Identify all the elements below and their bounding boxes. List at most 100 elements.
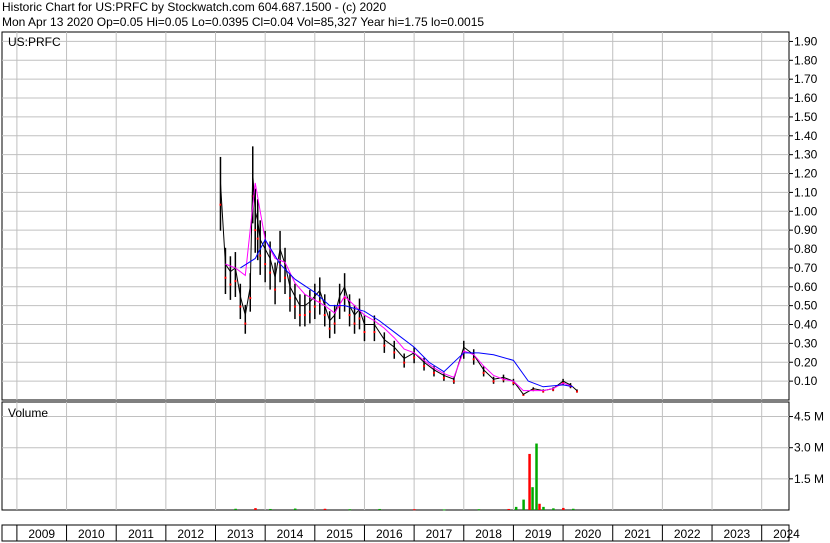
price-tick-label: 0.90 bbox=[794, 223, 818, 237]
price-tick-label: 1.50 bbox=[794, 110, 818, 124]
year-tick-label: 2010 bbox=[78, 527, 105, 541]
close-dot bbox=[256, 237, 259, 240]
close-dot bbox=[313, 305, 316, 308]
year-tick-label: 2020 bbox=[575, 527, 602, 541]
close-dot bbox=[432, 371, 435, 374]
year-tick-label: 2012 bbox=[177, 527, 204, 541]
volume-bar bbox=[269, 508, 272, 510]
volume-bar bbox=[538, 503, 541, 510]
close-dot bbox=[492, 380, 495, 383]
close-dot bbox=[472, 358, 475, 361]
close-dot bbox=[383, 344, 386, 347]
price-tick-label: 0.80 bbox=[794, 242, 818, 256]
volume-bar bbox=[531, 487, 534, 510]
close-dot bbox=[373, 331, 376, 334]
price-tick-label: 1.40 bbox=[794, 129, 818, 143]
year-tick-label: 2013 bbox=[227, 527, 254, 541]
close-dot bbox=[358, 317, 361, 320]
close-dot bbox=[259, 254, 262, 257]
volume-tick-label: 4.5 M bbox=[794, 410, 824, 424]
price-tick-label: 0.60 bbox=[794, 280, 818, 294]
close-dot bbox=[229, 283, 232, 286]
stock-chart: 2009 2010 2011 2012 2013 2014 2015 2016 2017 2018… bbox=[1, 31, 824, 542]
close-dot bbox=[249, 297, 252, 300]
year-tick-label: 2021 bbox=[624, 527, 651, 541]
close-dot bbox=[254, 229, 257, 232]
volume-bar bbox=[413, 509, 416, 511]
close-dot bbox=[363, 331, 366, 334]
volume-bar bbox=[562, 507, 565, 510]
price-tick-label: 0.20 bbox=[794, 355, 818, 369]
year-tick-label: 2011 bbox=[128, 527, 154, 541]
price-tick-label: 0.40 bbox=[794, 318, 818, 332]
volume-tick-label: 3.0 M bbox=[794, 441, 824, 455]
volume-bar bbox=[442, 509, 446, 511]
close-dot bbox=[224, 276, 227, 279]
close-dot bbox=[293, 305, 296, 308]
volume-bar bbox=[234, 508, 237, 510]
close-dot bbox=[348, 314, 351, 317]
close-dot bbox=[328, 327, 331, 330]
price-tick-label: 1.20 bbox=[794, 167, 818, 181]
year-tick-label: 2019 bbox=[525, 527, 552, 541]
close-dot bbox=[333, 322, 336, 325]
close-dot bbox=[353, 322, 356, 325]
close-dot bbox=[219, 203, 222, 206]
price-tick-label: 1.90 bbox=[794, 34, 818, 48]
year-tick-label: 2016 bbox=[376, 527, 403, 541]
close-dot bbox=[442, 376, 445, 379]
close-dot bbox=[239, 305, 242, 308]
close-dot bbox=[308, 310, 311, 313]
volume-label: Volume bbox=[8, 406, 48, 420]
year-tick-label: 2024 bbox=[773, 527, 800, 541]
close-dot bbox=[284, 276, 287, 279]
year-tick-label: 2009 bbox=[28, 527, 55, 541]
volume-tick-label: 1.5 M bbox=[794, 472, 824, 486]
volume-bar bbox=[254, 508, 257, 510]
year-tick-label: 2014 bbox=[277, 527, 304, 541]
price-tick-label: 0.10 bbox=[794, 374, 818, 388]
close-dot bbox=[274, 288, 277, 291]
volume-bar bbox=[542, 506, 545, 510]
volume-bar bbox=[378, 508, 381, 510]
price-tick-label: 1.30 bbox=[794, 148, 818, 162]
price-tick-label: 1.80 bbox=[794, 53, 818, 67]
volume-bar bbox=[348, 509, 352, 511]
volume-bar bbox=[535, 443, 538, 510]
price-tick-label: 0.30 bbox=[794, 336, 818, 350]
close-dot bbox=[452, 380, 455, 383]
close-dot bbox=[575, 390, 578, 393]
year-tick-label: 2015 bbox=[326, 527, 353, 541]
volume-panel bbox=[1, 401, 790, 511]
close-dot bbox=[264, 263, 267, 266]
volume-bar bbox=[323, 508, 327, 510]
close-dot bbox=[482, 371, 485, 374]
price-tick-label: 0.70 bbox=[794, 261, 818, 275]
year-tick-label: 2018 bbox=[475, 527, 502, 541]
price-panel bbox=[1, 31, 790, 401]
volume-bar bbox=[293, 508, 297, 510]
close-dot bbox=[303, 314, 306, 317]
close-dot bbox=[269, 271, 272, 274]
volume-bar bbox=[528, 453, 531, 510]
close-dot bbox=[244, 322, 247, 325]
price-tick-label: 0.50 bbox=[794, 299, 818, 313]
close-dot bbox=[423, 365, 426, 368]
close-dot bbox=[288, 297, 291, 300]
close-dot bbox=[393, 351, 396, 354]
year-tick-label: 2023 bbox=[724, 527, 751, 541]
close-dot bbox=[413, 356, 416, 359]
close-dot bbox=[234, 280, 237, 283]
price-tick-label: 1.10 bbox=[794, 185, 818, 199]
volume-bar bbox=[522, 499, 525, 510]
close-dot bbox=[298, 314, 301, 317]
volume-bar bbox=[552, 508, 555, 510]
price-tick-label: 1.70 bbox=[794, 72, 818, 86]
year-tick-label: 2022 bbox=[674, 527, 701, 541]
volume-bar bbox=[477, 509, 481, 511]
price-tick-label: 1.00 bbox=[794, 204, 818, 218]
volume-bar bbox=[514, 506, 518, 510]
year-tick-label: 2017 bbox=[426, 527, 453, 541]
close-dot bbox=[323, 314, 326, 317]
price-tick-label: 1.60 bbox=[794, 91, 818, 105]
